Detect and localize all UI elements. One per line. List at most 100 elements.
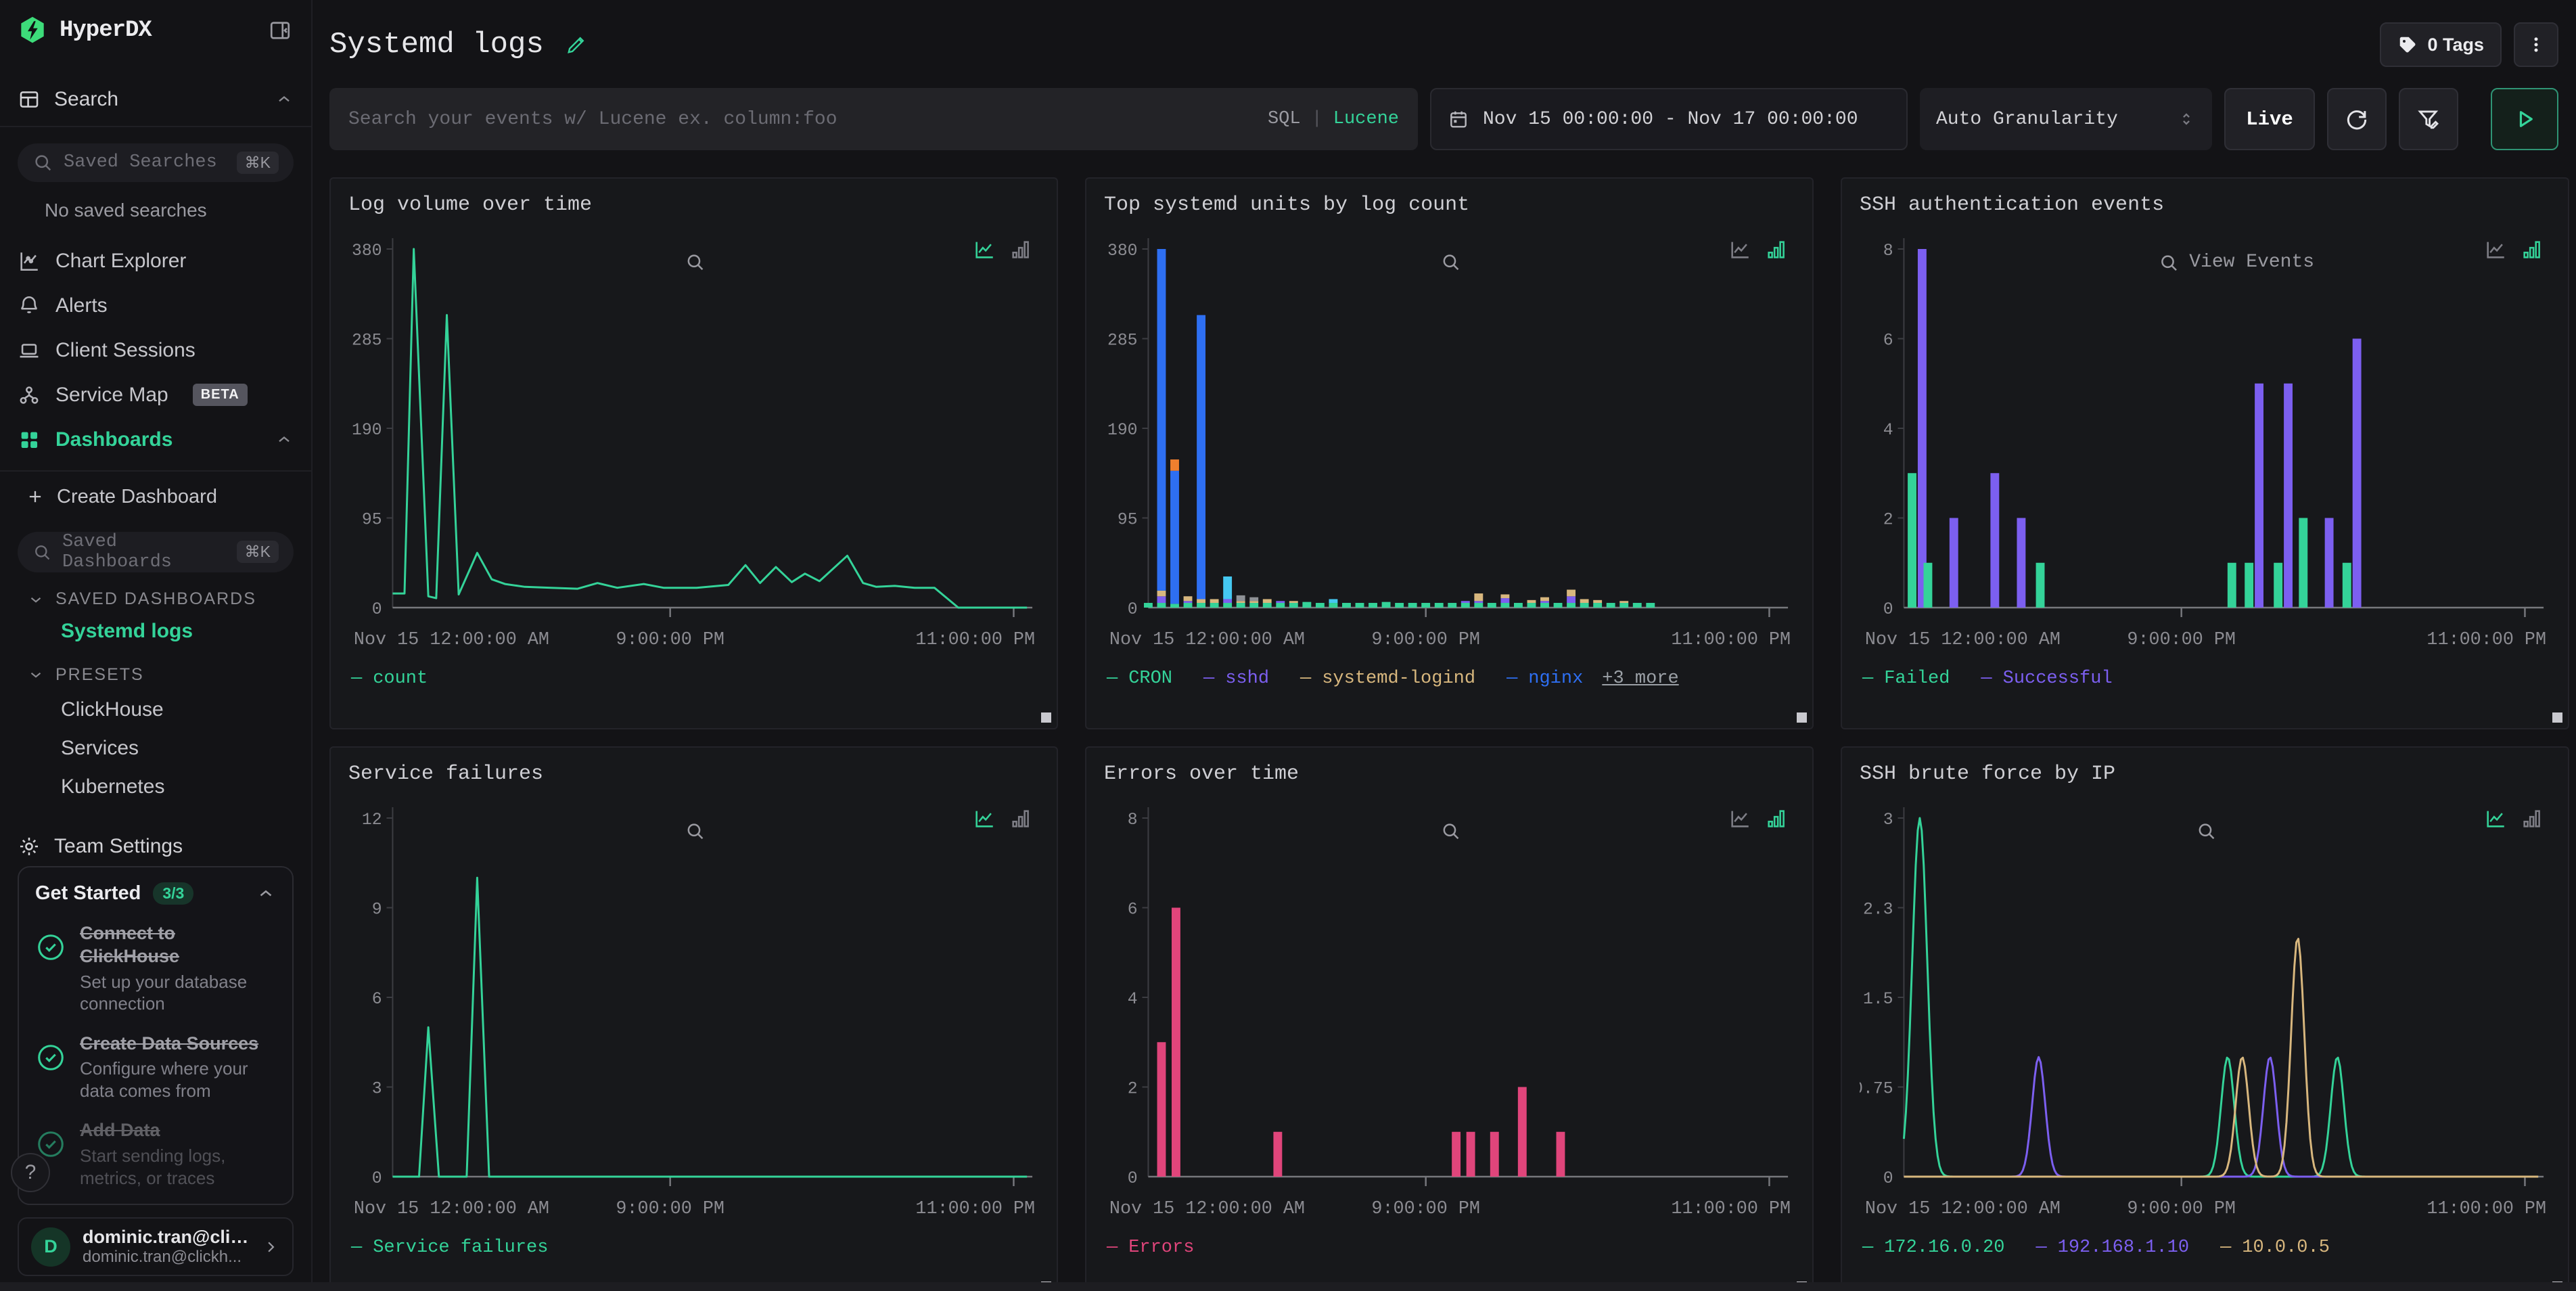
get-started-step-connect[interactable]: Connect to ClickHouse Set up your databa… <box>35 922 276 1015</box>
legend-item[interactable]: —172.16.0.20 <box>1862 1238 2004 1258</box>
app-root: HyperDX Search Saved Searches ⌘K No save… <box>0 0 2576 1291</box>
live-button[interactable]: Live <box>2224 88 2315 150</box>
chevron-up-icon[interactable] <box>275 90 294 109</box>
resize-handle[interactable] <box>1797 712 1807 723</box>
legend-item[interactable]: —Successful <box>1981 669 2112 689</box>
chart-legend: —Service failures <box>348 1238 1039 1258</box>
line-chart-icon[interactable] <box>1728 238 1751 261</box>
create-dashboard-button[interactable]: Create Dashboard <box>18 478 294 516</box>
svg-text:6: 6 <box>1128 900 1138 919</box>
chart-card-5: SSH brute force by IP 32.31.50.750Nov 15… <box>1841 746 2569 1291</box>
line-chart-icon[interactable] <box>973 238 996 261</box>
legend-item[interactable]: —count <box>351 669 428 689</box>
line-chart-icon[interactable] <box>2484 807 2507 830</box>
saved-searches-input[interactable]: Saved Searches ⌘K <box>18 143 294 182</box>
sidebar-item-label: Alerts <box>55 294 108 317</box>
filter-button[interactable] <box>2399 88 2458 150</box>
saved-dashboards-input[interactable]: Saved Dashboards ⌘K <box>18 532 294 572</box>
sidebar-item-alerts[interactable]: Alerts <box>18 284 294 328</box>
line-chart-icon[interactable] <box>973 807 996 830</box>
lucene-toggle[interactable]: Lucene <box>1333 109 1399 129</box>
line-chart-icon[interactable] <box>1728 807 1751 830</box>
get-started-step-add-data[interactable]: Add Data Start sending logs, metrics, or… <box>35 1119 276 1189</box>
legend-more-link[interactable]: +3 more <box>1602 669 1678 689</box>
search-icon <box>2196 821 2216 841</box>
view-events-button[interactable] <box>685 252 716 272</box>
presets-header[interactable]: PRESETS <box>18 658 294 691</box>
sidebar-item-dashboards[interactable]: Dashboards <box>18 417 294 462</box>
chart-title: SSH authentication events <box>1860 194 2550 223</box>
edit-pencil-icon[interactable] <box>564 32 589 57</box>
svg-text:11:00:00 PM: 11:00:00 PM <box>915 1199 1035 1219</box>
tags-button[interactable]: 0 Tags <box>2380 22 2502 67</box>
view-events-button[interactable] <box>2196 821 2227 841</box>
chart-canvas[interactable]: 86420Nov 15 12:00:00 AM9:00:00 PM11:00:0… <box>1104 794 1795 1235</box>
view-events-button[interactable] <box>685 821 716 841</box>
line-chart-icon[interactable] <box>2484 238 2507 261</box>
sidebar-item-label: Chart Explorer <box>55 250 186 273</box>
bar-chart-icon[interactable] <box>1765 238 1788 261</box>
svg-text:4: 4 <box>1883 421 1893 440</box>
more-options-button[interactable] <box>2514 22 2558 67</box>
legend-item[interactable]: —Service failures <box>351 1238 548 1258</box>
granularity-select[interactable]: Auto Granularity <box>1920 88 2212 150</box>
user-menu[interactable]: D dominic.tran@clic... dominic.tran@clic… <box>18 1217 294 1276</box>
sql-toggle[interactable]: SQL <box>1268 109 1301 129</box>
date-range-picker[interactable]: Nov 15 00:00:00 - Nov 17 00:00:00 <box>1430 88 1908 150</box>
step-desc: Set up your database connection <box>80 971 276 1015</box>
chart-canvas[interactable]: 380285190950Nov 15 12:00:00 AM9:00:00 PM… <box>1104 225 1795 666</box>
sidebar-item-service-map[interactable]: Service Map BETA <box>18 373 294 417</box>
bar-chart-icon[interactable] <box>1009 807 1032 830</box>
sidebar-collapse-icon[interactable] <box>267 17 294 44</box>
refresh-button[interactable] <box>2327 88 2387 150</box>
chart-canvas[interactable]: 380285190950Nov 15 12:00:00 AM9:00:00 PM… <box>348 225 1039 666</box>
legend-item[interactable]: —systemd-logind <box>1300 669 1475 689</box>
chart-canvas[interactable]: 129630Nov 15 12:00:00 AM9:00:00 PM11:00:… <box>348 794 1039 1235</box>
bar-chart-icon[interactable] <box>1765 807 1788 830</box>
help-button[interactable]: ? <box>11 1153 50 1192</box>
legend-item[interactable]: —192.168.1.10 <box>2036 1238 2189 1258</box>
get-started-step-sources[interactable]: Create Data Sources Configure where your… <box>35 1033 276 1102</box>
resize-handle[interactable] <box>1041 712 1051 723</box>
sidebar-item-kubernetes[interactable]: Kubernetes <box>61 768 294 807</box>
get-started-header[interactable]: Get Started 3/3 <box>35 882 276 905</box>
sidebar-item-client-sessions[interactable]: Client Sessions <box>18 328 294 373</box>
sidebar-item-systemd-logs[interactable]: Systemd logs <box>61 616 294 648</box>
view-events-button[interactable] <box>1440 252 1471 272</box>
view-events-button[interactable]: View Events <box>2158 252 2314 273</box>
sidebar-item-search[interactable]: Search <box>18 82 294 118</box>
svg-text:11:00:00 PM: 11:00:00 PM <box>1671 630 1791 650</box>
chevron-up-icon[interactable] <box>256 884 276 904</box>
legend-item[interactable]: —nginx <box>1506 669 1583 689</box>
step-desc: Configure where your data comes from <box>80 1058 276 1102</box>
bar-chart-icon[interactable] <box>1009 238 1032 261</box>
chart-canvas[interactable]: 32.31.50.750Nov 15 12:00:00 AM9:00:00 PM… <box>1860 794 2550 1235</box>
legend-item[interactable]: —Errors <box>1107 1238 1194 1258</box>
legend-item[interactable]: —10.0.0.5 <box>2220 1238 2330 1258</box>
svg-text:4: 4 <box>1128 990 1138 1009</box>
svg-text:11:00:00 PM: 11:00:00 PM <box>1671 1199 1791 1219</box>
bar-chart-icon[interactable] <box>2521 807 2544 830</box>
chart-canvas[interactable]: 86420Nov 15 12:00:00 AM9:00:00 PM11:00:0… <box>1860 225 2550 666</box>
saved-dashboards-header-label: SAVED DASHBOARDS <box>55 589 256 609</box>
sidebar-item-services[interactable]: Services <box>61 729 294 768</box>
bar-chart-icon[interactable] <box>2521 238 2544 261</box>
run-query-button[interactable] <box>2491 88 2558 150</box>
legend-item[interactable]: —CRON <box>1107 669 1172 689</box>
toolbar: Search your events w/ Lucene ex. column:… <box>329 88 2571 150</box>
sidebar-item-chart-explorer[interactable]: Chart Explorer <box>18 239 294 284</box>
saved-dashboards-header[interactable]: SAVED DASHBOARDS <box>18 583 294 616</box>
brand-row: HyperDX <box>18 4 294 58</box>
sidebar-item-team-settings[interactable]: Team Settings <box>18 826 294 866</box>
svg-text:0: 0 <box>1883 600 1893 619</box>
bell-icon <box>18 294 41 317</box>
event-search-input[interactable]: Search your events w/ Lucene ex. column:… <box>329 88 1418 150</box>
view-events-button[interactable] <box>1440 821 1471 841</box>
chevron-up-icon[interactable] <box>275 430 294 449</box>
legend-item[interactable]: —Failed <box>1862 669 1950 689</box>
resize-handle[interactable] <box>2552 712 2562 723</box>
sidebar-item-clickhouse[interactable]: ClickHouse <box>61 691 294 729</box>
horizontal-scrollbar[interactable] <box>0 1282 2576 1291</box>
legend-item[interactable]: —sshd <box>1203 669 1269 689</box>
saved-searches-placeholder: Saved Searches <box>64 152 217 173</box>
